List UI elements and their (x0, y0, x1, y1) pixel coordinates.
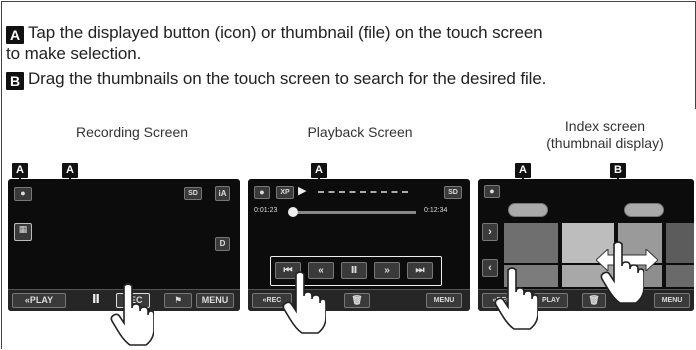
hand-tap-icon (282, 270, 326, 334)
instruction-a-line1: A Tap the displayed button (icon) or thum… (6, 22, 543, 44)
play-mode-button[interactable]: «PLAY (12, 293, 66, 308)
label-a-index: A (515, 163, 531, 178)
caption-index-screen: Index screen (thumbnail display) (510, 118, 696, 152)
play-button[interactable]: PLAY (534, 293, 568, 308)
menu-button[interactable]: MENU (426, 293, 462, 308)
label-a-rec-1: A (12, 163, 28, 178)
skip-forward-button[interactable]: ⏭ (407, 262, 433, 279)
date-button-right[interactable] (624, 203, 664, 217)
trash-icon[interactable]: 🗑 (344, 293, 370, 308)
menu-button[interactable]: MENU (196, 293, 234, 308)
thumbnail[interactable] (504, 223, 558, 263)
hand-tap-icon (110, 282, 154, 346)
thumbnail[interactable] (666, 223, 694, 263)
quick-menu-icon[interactable]: ▦ (14, 223, 32, 241)
hand-drag-icon (600, 240, 644, 304)
seek-handle[interactable] (288, 207, 298, 217)
xp-badge: XP (276, 186, 294, 199)
instruction-b-line: B Drag the thumbnails on the touch screen… (6, 68, 546, 90)
seek-bar[interactable] (292, 211, 416, 214)
sd-card-badge: SD (184, 187, 202, 200)
auto-mode-icon[interactable]: iA (215, 186, 230, 201)
badge-b: B (6, 72, 24, 90)
caption-index-line1: Index screen (564, 118, 646, 134)
pause-icon: Ⅱ (92, 292, 100, 306)
label-a-play: A (311, 163, 327, 178)
pause-button[interactable]: Ⅱ (341, 262, 367, 279)
thumbnail[interactable] (666, 265, 694, 287)
instruction-a-text: Tap the displayed button (icon) or thumb… (28, 23, 543, 42)
play-state-icon: ▶ (298, 185, 307, 197)
instruction-a-line2: to make selection. (6, 44, 142, 63)
date-button-left[interactable] (508, 203, 548, 217)
fast-forward-button[interactable]: » (374, 262, 400, 279)
sd-card-badge: SD (444, 186, 462, 199)
caption-recording-screen: Recording Screen (75, 124, 189, 140)
time-total: 0:12:34 (424, 207, 448, 214)
title-bar (318, 191, 408, 194)
caption-index-line2: (thumbnail display) (546, 135, 664, 151)
caption-playback-screen: Playback Screen (307, 124, 413, 140)
camera-mode-icon[interactable]: ● (484, 185, 500, 198)
hand-tap-icon (494, 266, 538, 330)
flag-icon[interactable]: ⚑ (164, 293, 192, 308)
time-elapsed: 0:01:23 (254, 207, 278, 214)
d-badge: D (215, 237, 230, 251)
label-a-rec-2: A (62, 163, 78, 178)
scroll-right-icon[interactable]: › (482, 223, 498, 241)
label-b-index: B (610, 163, 626, 178)
menu-button[interactable]: MENU (654, 293, 690, 308)
instruction-b-text: Drag the thumbnails on the touch screen … (28, 69, 547, 88)
camera-mode-icon[interactable]: ● (254, 186, 270, 199)
camera-mode-icon[interactable]: ● (14, 187, 32, 201)
badge-a: A (6, 26, 24, 44)
